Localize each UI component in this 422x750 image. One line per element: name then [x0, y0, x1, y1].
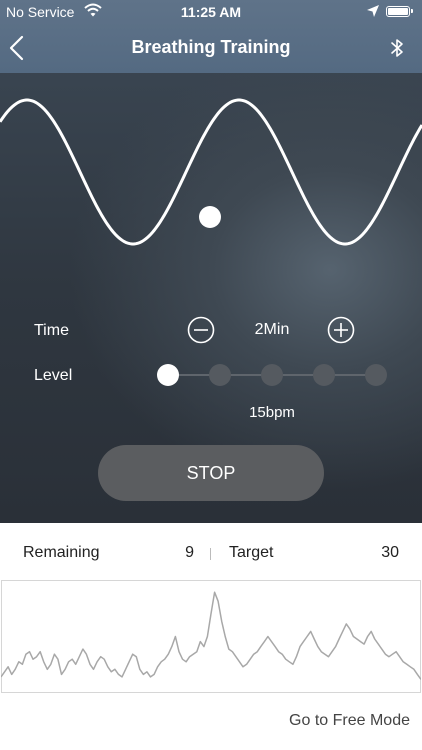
clock-label: 11:25 AM: [180, 4, 242, 20]
target-label: Target: [229, 544, 274, 561]
bluetooth-icon[interactable]: [386, 36, 408, 60]
target-value: 30: [381, 544, 399, 561]
level-dot-1[interactable]: [157, 364, 179, 386]
decrease-time-button[interactable]: [187, 316, 215, 344]
page-title: Breathing Training: [131, 37, 291, 57]
level-dot-5[interactable]: [365, 364, 387, 386]
chart-frame: [1, 580, 421, 693]
level-dot-2[interactable]: [209, 364, 231, 386]
time-value: 2Min: [254, 321, 290, 338]
level-dot-3[interactable]: [261, 364, 283, 386]
status-bar: No Service 11:25 AM: [0, 0, 422, 24]
battery-icon: [386, 6, 413, 17]
bpm-value: 15bpm: [249, 404, 295, 421]
stop-button[interactable]: STOP: [98, 445, 324, 501]
level-dot-4[interactable]: [313, 364, 335, 386]
breath-trace-series: [1, 591, 421, 680]
breath-progress-marker: [199, 206, 221, 228]
location-arrow-icon: [367, 5, 379, 17]
stats-divider: [210, 548, 211, 560]
time-label: Time: [34, 322, 69, 339]
stats-row: Remaining 9 Target 30: [0, 538, 422, 568]
breathing-wave: [0, 98, 422, 246]
remaining-value: 9: [185, 544, 194, 561]
breath-trace-chart: [1, 580, 421, 693]
free-mode-link[interactable]: Go to Free Mode: [289, 712, 410, 730]
remaining-label: Remaining: [23, 544, 100, 561]
increase-time-button[interactable]: [327, 316, 355, 344]
level-label: Level: [34, 367, 73, 384]
